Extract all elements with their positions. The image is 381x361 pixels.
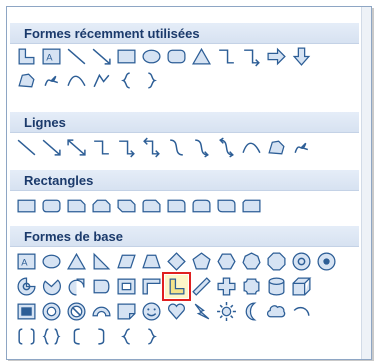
rounded-rectangle-icon[interactable] — [165, 45, 188, 68]
snip-same-side-corner-rectangle-icon[interactable] — [90, 194, 113, 217]
snip-single-corner-rectangle-icon[interactable] — [65, 194, 88, 217]
line-icon[interactable] — [15, 136, 38, 159]
double-arrow-line-icon[interactable] — [65, 136, 88, 159]
lightning-bolt-icon[interactable] — [190, 300, 213, 323]
cube-icon[interactable] — [290, 275, 313, 298]
parallelogram-icon[interactable] — [115, 250, 138, 273]
text-box-icon[interactable]: A — [15, 250, 38, 273]
pentagon-icon[interactable] — [190, 250, 213, 273]
round-same-side-corner-rectangle-icon[interactable] — [190, 194, 213, 217]
plaque-icon[interactable] — [240, 275, 263, 298]
curved-double-arrow-icon[interactable] — [215, 136, 238, 159]
rectangle-icon[interactable] — [15, 194, 38, 217]
curve-icon[interactable] — [240, 136, 263, 159]
corner-shape-selected-icon[interactable] — [162, 272, 191, 301]
no-symbol-icon[interactable] — [65, 300, 88, 323]
oval-icon[interactable] — [140, 45, 163, 68]
scribble-icon[interactable] — [290, 136, 313, 159]
section-header-recent-shapes: Formes récemment utilisées — [10, 23, 359, 44]
shapes-gallery-panel: Formes récemment utilisées A Lignes Rect… — [6, 6, 372, 360]
right-bracket-icon[interactable] — [90, 325, 113, 348]
heart-icon[interactable] — [165, 300, 188, 323]
right-brace-icon[interactable] — [140, 69, 163, 92]
folded-corner-icon[interactable] — [115, 300, 138, 323]
scribble-icon[interactable] — [40, 69, 63, 92]
recent-shapes-row-1: A — [15, 45, 315, 68]
half-frame-icon[interactable] — [115, 275, 138, 298]
double-brace-icon[interactable] — [40, 325, 63, 348]
text-box-icon[interactable]: A — [40, 45, 63, 68]
hexagon-icon[interactable] — [215, 250, 238, 273]
rounded-rectangle-icon[interactable] — [40, 194, 63, 217]
vertical-scrollbar[interactable] — [361, 7, 371, 359]
pie-icon[interactable] — [15, 275, 38, 298]
decagon-icon[interactable] — [290, 250, 313, 273]
heptagon-icon[interactable] — [240, 250, 263, 273]
snip-round-corner-rectangle-icon[interactable] — [140, 194, 163, 217]
curved-connector-icon[interactable] — [165, 136, 188, 159]
block-arc-icon[interactable] — [90, 300, 113, 323]
bevel-icon[interactable] — [15, 300, 38, 323]
dodecagon-icon[interactable] — [315, 250, 338, 273]
svg-text:A: A — [21, 258, 28, 269]
oval-icon[interactable] — [40, 250, 63, 273]
left-brace-icon[interactable] — [115, 325, 138, 348]
chord-icon[interactable] — [40, 275, 63, 298]
arrow-line-icon[interactable] — [90, 45, 113, 68]
basic-shapes-row-1: A — [15, 250, 340, 273]
recent-shapes-row-2 — [15, 69, 165, 92]
frame-icon[interactable] — [90, 275, 113, 298]
cloud-icon[interactable] — [265, 300, 288, 323]
line-icon[interactable] — [65, 45, 88, 68]
arc-icon[interactable] — [290, 300, 313, 323]
plus-icon[interactable] — [215, 275, 238, 298]
trapezoid-icon[interactable] — [140, 250, 163, 273]
double-bracket-icon[interactable] — [15, 325, 38, 348]
donut-icon[interactable] — [40, 300, 63, 323]
diamond-icon[interactable] — [165, 250, 188, 273]
can-icon[interactable] — [265, 275, 288, 298]
lines-row — [15, 136, 315, 159]
curved-arrow-connector-icon[interactable] — [190, 136, 213, 159]
sun-icon[interactable] — [215, 300, 238, 323]
round-diagonal-corner-rectangle-icon[interactable] — [215, 194, 238, 217]
section-header-rectangles: Rectangles — [10, 170, 359, 191]
section-header-basic-shapes: Formes de base — [10, 226, 359, 247]
moon-icon[interactable] — [240, 300, 263, 323]
freeform-icon[interactable] — [15, 69, 38, 92]
right-triangle-icon[interactable] — [90, 250, 113, 273]
elbow-double-arrow-icon[interactable] — [140, 136, 163, 159]
elbow-arrow-connector-icon[interactable] — [240, 45, 263, 68]
l-shape-icon[interactable] — [140, 275, 163, 298]
corner-shape-icon[interactable] — [15, 45, 38, 68]
triangle-icon[interactable] — [190, 45, 213, 68]
rectangle-icon[interactable] — [115, 45, 138, 68]
right-brace-icon[interactable] — [140, 325, 163, 348]
diagonal-stripe-icon[interactable] — [190, 275, 213, 298]
teardrop-icon[interactable] — [65, 275, 88, 298]
snip-diagonal-corner-rectangle-icon[interactable] — [115, 194, 138, 217]
basic-shapes-row-2 — [15, 272, 315, 301]
smiley-face-icon[interactable] — [140, 300, 163, 323]
right-arrow-icon[interactable] — [265, 45, 288, 68]
curve-icon[interactable] — [65, 69, 88, 92]
round-single-corner-rectangle-icon[interactable] — [165, 194, 188, 217]
basic-shapes-row-4 — [15, 325, 165, 348]
section-header-lines: Lignes — [10, 112, 359, 133]
left-brace-icon[interactable] — [115, 69, 138, 92]
left-bracket-icon[interactable] — [65, 325, 88, 348]
elbow-connector-icon[interactable] — [90, 136, 113, 159]
freeform-icon[interactable] — [265, 136, 288, 159]
snip-rectangle-icon[interactable] — [240, 194, 263, 217]
rectangles-row — [15, 194, 265, 217]
basic-shapes-row-3 — [15, 300, 315, 323]
svg-text:A: A — [46, 53, 53, 64]
line-arrow-icon[interactable] — [40, 136, 63, 159]
arc-icon[interactable] — [90, 69, 113, 92]
octagon-icon[interactable] — [265, 250, 288, 273]
elbow-connector-icon[interactable] — [215, 45, 238, 68]
elbow-arrow-connector-icon[interactable] — [115, 136, 138, 159]
down-arrow-icon[interactable] — [290, 45, 313, 68]
isosceles-triangle-icon[interactable] — [65, 250, 88, 273]
